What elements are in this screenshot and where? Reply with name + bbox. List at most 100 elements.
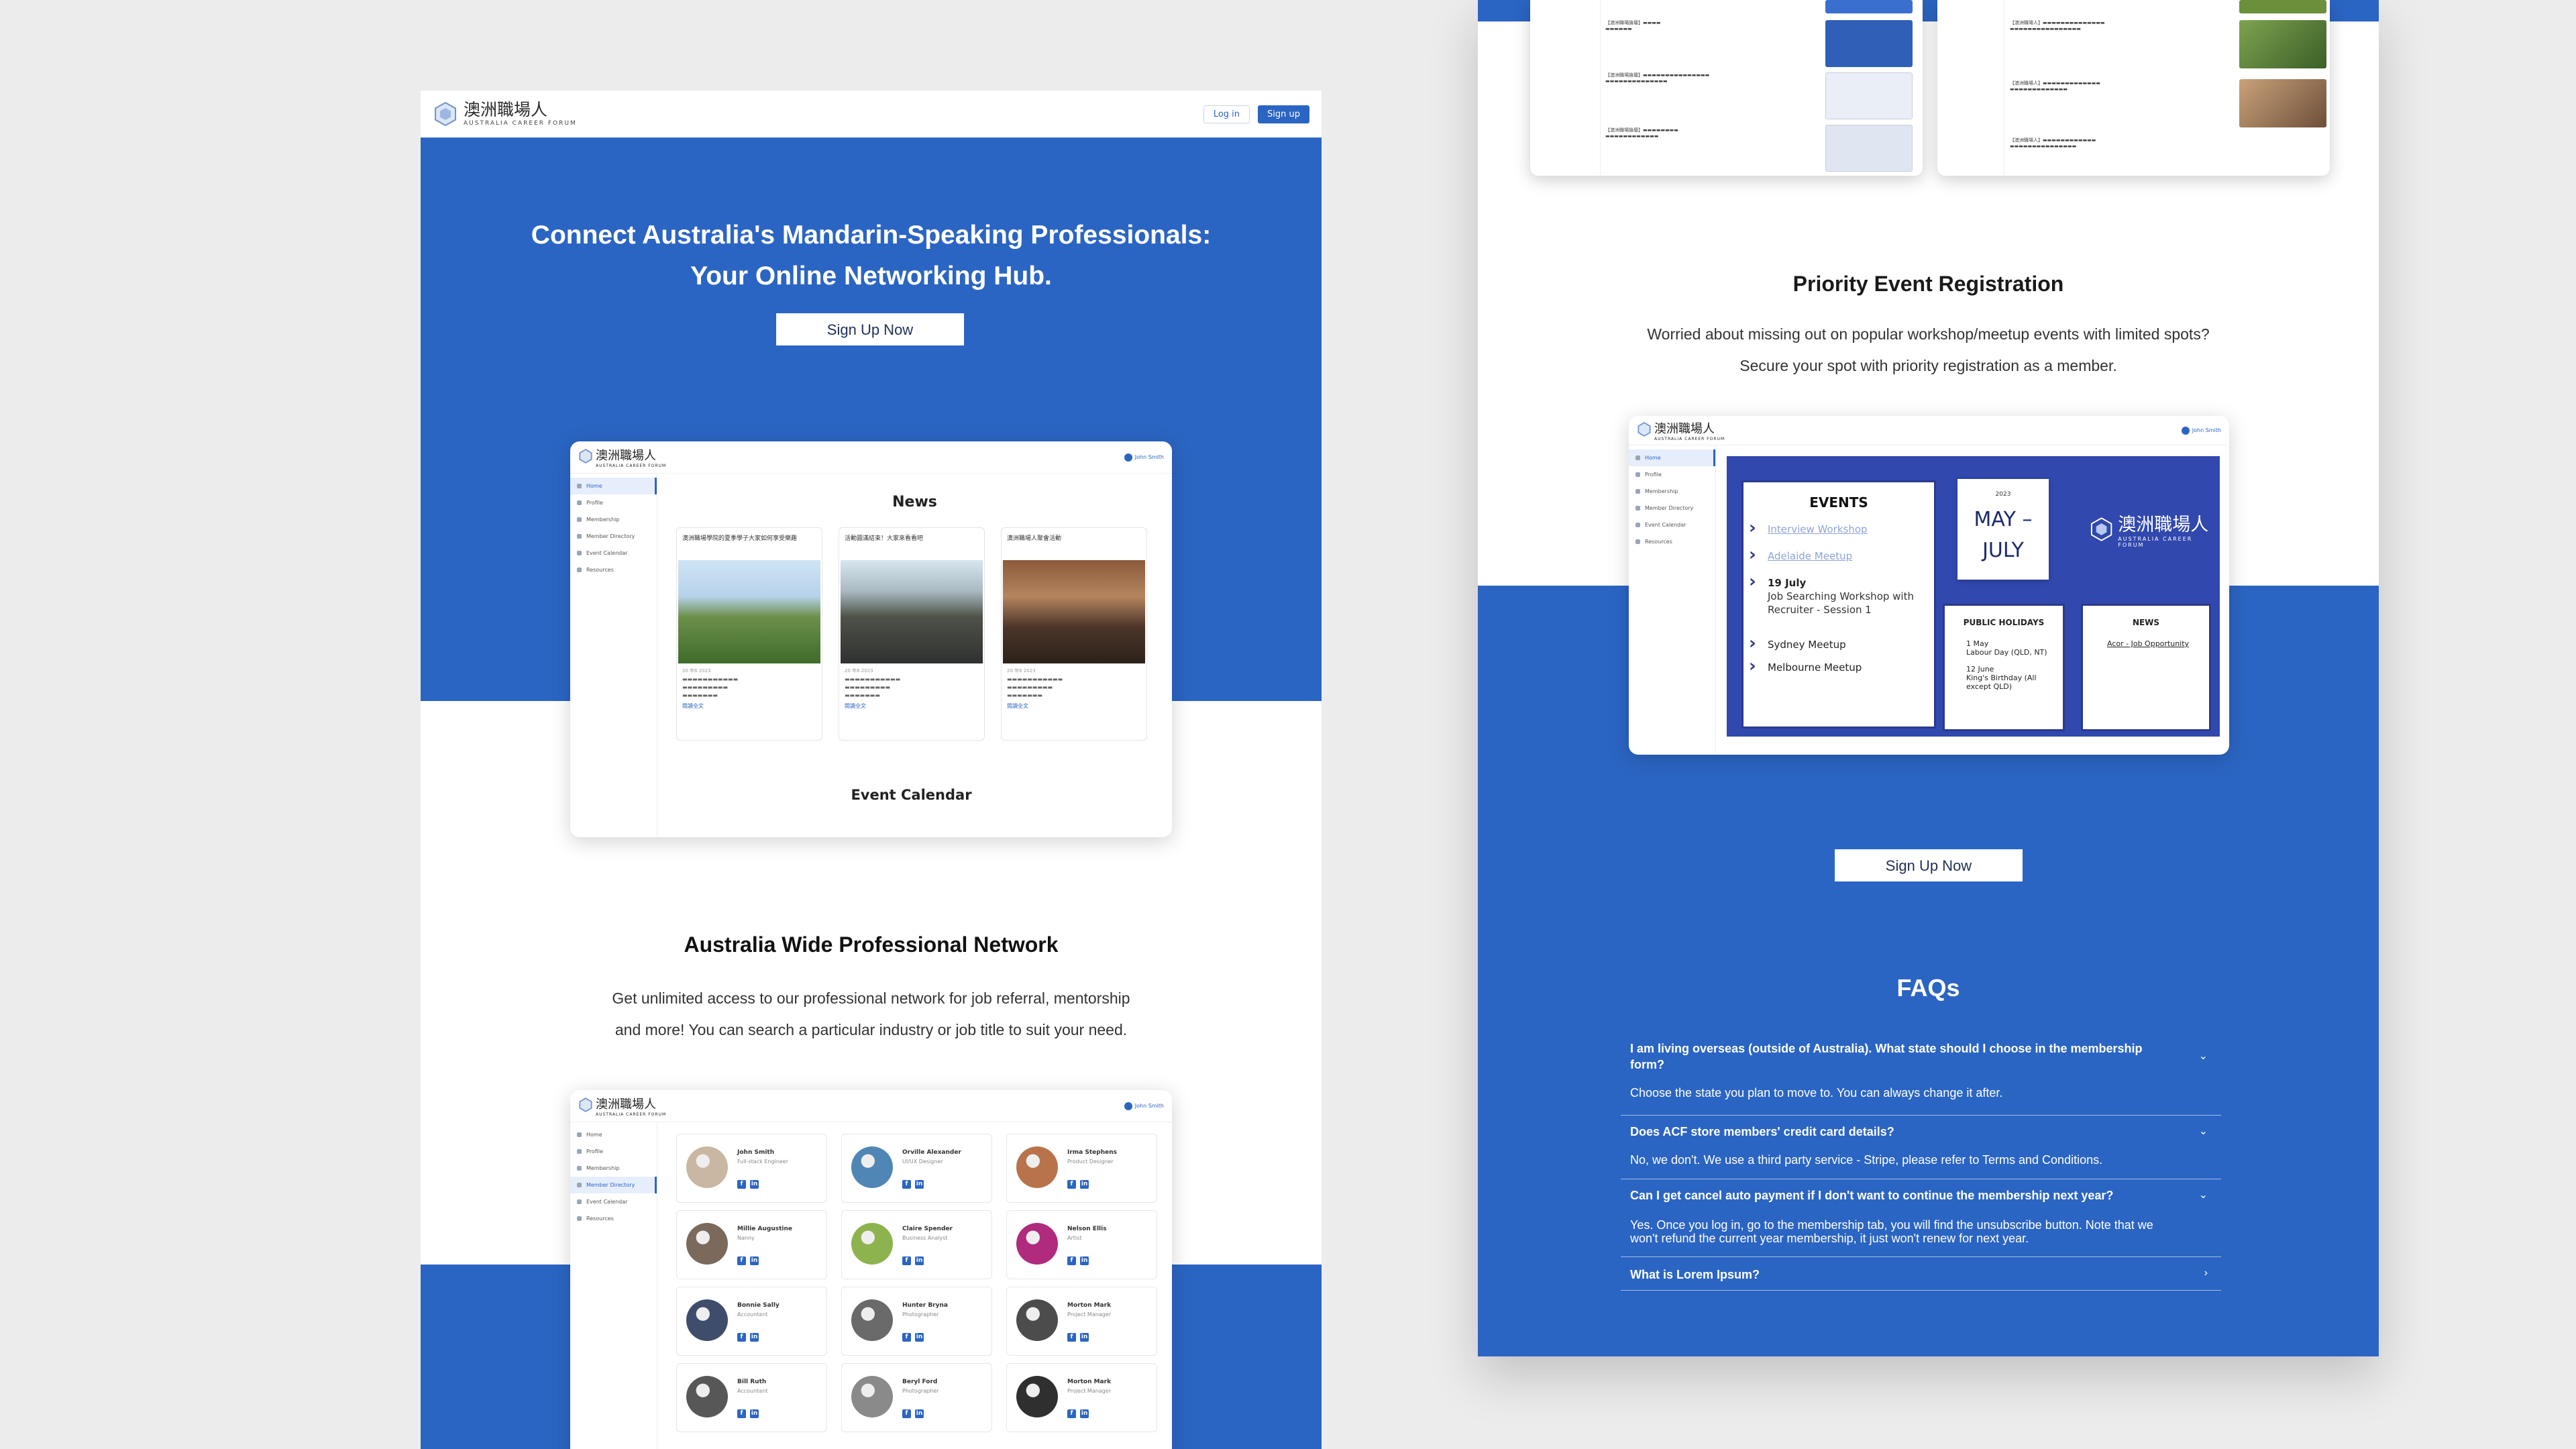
- facebook-icon[interactable]: f: [902, 1333, 911, 1342]
- sidebar-item-resources[interactable]: Resources: [570, 1210, 657, 1227]
- member-card[interactable]: Claire Spender Business Analyst f in: [841, 1210, 992, 1279]
- sidebar-item-profile[interactable]: Profile: [570, 1143, 657, 1160]
- sidebar-item-member-directory[interactable]: Member Directory: [570, 1177, 657, 1193]
- sidebar-item-home[interactable]: Home: [570, 478, 657, 494]
- linkedin-icon[interactable]: in: [915, 1333, 924, 1342]
- member-role: Accountant: [737, 1311, 768, 1318]
- member-card[interactable]: Hunter Bryna Photographer f in: [841, 1287, 992, 1356]
- news-read-more-link[interactable]: 閱讀全文: [1002, 700, 1146, 712]
- facebook-icon[interactable]: f: [902, 1409, 911, 1418]
- facebook-icon[interactable]: f: [1067, 1409, 1076, 1418]
- facebook-icon[interactable]: f: [737, 1180, 746, 1189]
- faq-answer: No, we don't. We use a third party servi…: [1630, 1153, 2103, 1167]
- event-calendar-heading: Event Calendar: [851, 787, 972, 803]
- signup-button[interactable]: Sign up: [1258, 105, 1309, 123]
- app-screenshot-directory: 澳洲職場人 AUSTRALIA CAREER FORUM John Smith …: [570, 1090, 1172, 1449]
- priority-signup-button[interactable]: Sign Up Now: [1835, 849, 2023, 881]
- facebook-icon[interactable]: f: [1067, 1256, 1076, 1265]
- faq-item[interactable]: What is Lorem Ipsum? ›: [1621, 1257, 2221, 1291]
- sidebar-item-member-directory[interactable]: Member Directory: [570, 528, 657, 545]
- faq-item[interactable]: I am living overseas (outside of Austral…: [1621, 1036, 2221, 1116]
- member-card[interactable]: Bonnie Sally Accountant f in: [676, 1287, 827, 1356]
- sidebar-item-resources[interactable]: Resources: [1629, 533, 1715, 550]
- faq-question[interactable]: Does ACF store members' credit card deta…: [1621, 1116, 2221, 1140]
- linkedin-icon[interactable]: in: [1080, 1180, 1089, 1189]
- sidebar-item-membership[interactable]: Membership: [1629, 483, 1715, 500]
- user-menu[interactable]: John Smith: [2181, 426, 2221, 435]
- news-card[interactable]: 澳洲職場學院的夏季學子大家如何享受樂趣 20 年6 2023 ▬▬▬▬▬▬▬▬▬…: [676, 527, 822, 741]
- sidebar-item-membership[interactable]: Membership: [570, 1160, 657, 1177]
- linkedin-icon[interactable]: in: [750, 1409, 759, 1418]
- member-card[interactable]: John Smith Full-stack Engineer f in: [676, 1134, 827, 1203]
- linkedin-icon[interactable]: in: [1080, 1256, 1089, 1265]
- member-card[interactable]: Millie Augustine Nanny f in: [676, 1210, 827, 1279]
- priority-section-title: Priority Event Registration: [1792, 272, 2064, 296]
- chevron-down-icon[interactable]: ⌄: [2199, 1051, 2208, 1062]
- linkedin-icon[interactable]: in: [750, 1333, 759, 1342]
- sidebar-item-member-directory[interactable]: Member Directory: [1629, 500, 1715, 517]
- chevron-down-icon[interactable]: ⌄: [2199, 1126, 2208, 1137]
- event-link-interview-workshop[interactable]: Interview Workshop: [1749, 521, 1934, 536]
- faq-item[interactable]: Does ACF store members' credit card deta…: [1621, 1116, 2221, 1179]
- facebook-icon[interactable]: f: [1067, 1180, 1076, 1189]
- faq-item[interactable]: Can I get cancel auto payment if I don't…: [1621, 1179, 2221, 1257]
- facebook-icon[interactable]: f: [1067, 1333, 1076, 1342]
- member-card[interactable]: Orville Alexander UI/UX Designer f in: [841, 1134, 992, 1203]
- user-menu[interactable]: John Smith: [1124, 1102, 1164, 1110]
- news-card[interactable]: 澳洲職場人聚會活動 20 年6 2023 ▬▬▬▬▬▬▬▬▬▬▬ ▬▬▬▬▬▬▬▬…: [1001, 527, 1147, 741]
- brand-logo[interactable]: 澳洲職場人 AUSTRALIA CAREER FORUM: [433, 101, 577, 127]
- events-brand-logo: 澳洲職場人 AUSTRALIA CAREER FORUM: [2089, 510, 2220, 548]
- events-box: EVENTS Interview Workshop Adelaide Meetu…: [1741, 480, 1936, 729]
- facebook-icon[interactable]: f: [737, 1409, 746, 1418]
- facebook-icon[interactable]: f: [737, 1256, 746, 1265]
- facebook-icon[interactable]: f: [902, 1180, 911, 1189]
- sidebar-item-membership[interactable]: Membership: [570, 511, 657, 528]
- faq-question[interactable]: Can I get cancel auto payment if I don't…: [1621, 1179, 2221, 1203]
- chevron-right-icon[interactable]: ›: [2204, 1268, 2208, 1279]
- sidebar-item-profile[interactable]: Profile: [570, 494, 657, 511]
- chevron-down-icon[interactable]: ⌄: [2199, 1190, 2208, 1201]
- news-excerpt: ▬▬▬▬▬▬▬▬▬▬▬ ▬▬▬▬▬▬▬▬▬ ▬▬▬▬▬▬▬: [682, 676, 739, 698]
- login-button[interactable]: Log in: [1203, 105, 1250, 123]
- logo-english-name: AUSTRALIA CAREER FORUM: [596, 464, 667, 468]
- facebook-icon[interactable]: f: [737, 1333, 746, 1342]
- news-read-more-link[interactable]: 閱讀全文: [839, 700, 984, 712]
- sidebar-item-event-calendar[interactable]: Event Calendar: [1629, 517, 1715, 533]
- sidebar-item-profile[interactable]: Profile: [1629, 466, 1715, 483]
- linkedin-icon[interactable]: in: [915, 1180, 924, 1189]
- member-card[interactable]: Morton Mark Project Manager f in: [1006, 1287, 1157, 1356]
- faq-question[interactable]: What is Lorem Ipsum?: [1621, 1257, 2221, 1283]
- member-card[interactable]: Morton Mark Project Manager f in: [1006, 1363, 1157, 1432]
- linkedin-icon[interactable]: in: [915, 1256, 924, 1265]
- logo-english-name: AUSTRALIA CAREER FORUM: [2118, 536, 2193, 548]
- member-card[interactable]: Beryl Ford Photographer f in: [841, 1363, 992, 1432]
- news-read-more-link[interactable]: 閱讀全文: [677, 700, 822, 712]
- sidebar-item-resources[interactable]: Resources: [570, 561, 657, 578]
- hero-signup-button[interactable]: Sign Up Now: [776, 313, 964, 345]
- public-holidays-heading: PUBLIC HOLIDAYS: [1963, 618, 2045, 627]
- member-card[interactable]: Nelson Ellis Artist f in: [1006, 1210, 1157, 1279]
- linkedin-icon[interactable]: in: [750, 1180, 759, 1189]
- member-card[interactable]: Irma Stephens Product Designer f in: [1006, 1134, 1157, 1203]
- member-role: Product Designer: [1067, 1159, 1114, 1165]
- date-year: 2023: [1995, 491, 2011, 498]
- linkedin-icon[interactable]: in: [915, 1409, 924, 1418]
- linkedin-icon[interactable]: in: [1080, 1333, 1089, 1342]
- sidebar-item-event-calendar[interactable]: Event Calendar: [570, 1193, 657, 1210]
- faq-question[interactable]: I am living overseas (outside of Austral…: [1621, 1036, 2221, 1073]
- facebook-icon[interactable]: f: [902, 1256, 911, 1265]
- news-card[interactable]: 活動圓滿結束！大家來看看吧 20 年6 2023 ▬▬▬▬▬▬▬▬▬▬▬ ▬▬▬▬…: [839, 527, 985, 741]
- app-screenshot-events: 澳洲職場人 AUSTRALIA CAREER FORUM John Smith …: [1629, 416, 2229, 755]
- member-card[interactable]: Bill Ruth Accountant f in: [676, 1363, 827, 1432]
- event-sydney-meetup[interactable]: Sydney Meetup: [1749, 637, 1934, 651]
- user-menu[interactable]: John Smith: [1124, 453, 1164, 462]
- linkedin-icon[interactable]: in: [1080, 1409, 1089, 1418]
- linkedin-icon[interactable]: in: [750, 1256, 759, 1265]
- sidebar-item-home[interactable]: Home: [1629, 449, 1715, 466]
- event-link-adelaide-meetup[interactable]: Adelaide Meetup: [1749, 548, 1934, 563]
- news-link[interactable]: Acor - Job Opportunity: [2107, 639, 2209, 648]
- sidebar-item-event-calendar[interactable]: Event Calendar: [570, 545, 657, 561]
- event-melbourne-meetup[interactable]: Melbourne Meetup: [1749, 659, 1934, 674]
- news-date: 20 年6 2023: [1007, 668, 1036, 674]
- sidebar-item-home[interactable]: Home: [570, 1126, 657, 1143]
